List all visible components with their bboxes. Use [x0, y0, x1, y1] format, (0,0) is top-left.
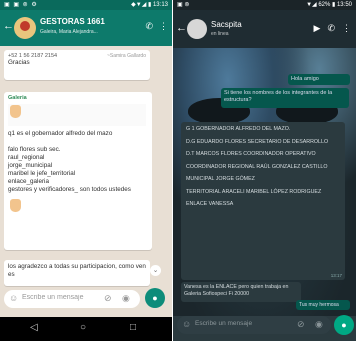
status-bar: ▣ ▣ ⊚ ⚙ ◆▼◢ ▮ 13:13: [0, 0, 172, 10]
message-bubble[interactable]: Galeria q1 es el gobernador alfredo del …: [4, 92, 152, 250]
message-placeholder: Escribe un mensaje: [22, 294, 84, 301]
status-icons: ▣ ⊚: [177, 2, 190, 8]
chat-title[interactable]: Sacspita: [211, 20, 242, 29]
status-bar: ▣ ⊚ ▼◢ 62% ▮ 13:50: [173, 0, 356, 10]
message-time: 13:17: [330, 273, 342, 278]
message-text: los agradezco a todas su participacion, …: [8, 263, 146, 278]
structure-line: COORDINADOR REGIONAL RAÚL GONZALEZ CASTI…: [186, 163, 328, 170]
scroll-down-icon[interactable]: ⌄: [150, 265, 161, 276]
message-bubble[interactable]: los agradezco a todas su participacion, …: [4, 260, 150, 286]
chat-header: ← GESTORAS 1661 Galeira, Maria Alejandra…: [0, 10, 172, 46]
status-clock: ◆▼◢ ▮ 13:13: [131, 2, 168, 8]
back-arrow-icon[interactable]: ←: [176, 22, 187, 34]
structure-line: D.G EDUARDO FLORES SECRETARIO DE DESARRO…: [186, 138, 329, 145]
message-text: q1 es el gobernador alfredo del mazo fal…: [8, 130, 131, 193]
emoji-icon[interactable]: ☺: [9, 293, 18, 303]
sender-name: Galeria: [8, 95, 27, 101]
add-call-icon[interactable]: ✆: [145, 21, 153, 32]
mic-button[interactable]: ●: [334, 315, 354, 335]
more-options-icon[interactable]: ⋮: [159, 21, 168, 32]
nav-home-icon[interactable]: ○: [80, 322, 86, 333]
sticker-image[interactable]: [8, 104, 146, 126]
nav-back-icon[interactable]: ◁: [30, 322, 38, 333]
sticker-image[interactable]: [8, 198, 146, 212]
message-placeholder: Escribe un mensaje: [195, 320, 253, 327]
system-nav-bar: ◁ ○ □: [0, 317, 172, 341]
structure-line: MUNICIPAL JORGE GÓMEZ: [186, 176, 255, 182]
attach-icon[interactable]: ⊘: [297, 319, 305, 330]
sender-handle: ~Samira Gallardo: [106, 53, 146, 59]
left-phone-screen: ▣ ▣ ⊚ ⚙ ◆▼◢ ▮ 13:13 ← GESTORAS 1661 Gale…: [0, 0, 172, 341]
outgoing-message[interactable]: Hola amigo: [288, 74, 350, 85]
thumbs-up-icon: [10, 199, 21, 212]
structure-line: TERRITORIAL ARACELI MARIBEL LÓPEZ RODRIG…: [186, 188, 322, 195]
message-input[interactable]: ☺ Escribe un mensaje ⊘ ◉: [177, 316, 331, 334]
incoming-message[interactable]: G 1 Gobernador Alfredo del Mazo. D.G EDU…: [181, 122, 345, 280]
message-text: Gracias: [8, 59, 30, 66]
camera-icon[interactable]: ◉: [315, 319, 323, 330]
camera-icon[interactable]: ◉: [122, 293, 130, 304]
attach-icon[interactable]: ⊘: [104, 293, 112, 304]
header-actions: ✆ ⋮: [145, 21, 168, 32]
chat-subtitle: Galeira, Maria Alejandra...: [40, 29, 98, 35]
incoming-message[interactable]: Vanesa es la ENLACE pero quien trabaja e…: [181, 282, 301, 302]
more-options-icon[interactable]: ⋮: [342, 23, 351, 34]
video-call-icon[interactable]: ▶: [314, 23, 321, 34]
structure-line: G 1 Gobernador Alfredo del Mazo.: [186, 126, 291, 132]
emoji-icon[interactable]: ☺: [182, 319, 191, 329]
message-bubble[interactable]: +52 1 56 2187 2154 ~Samira Gallardo Grac…: [4, 50, 150, 80]
message-input[interactable]: ☺ Escribe un mensaje ⊘ ◉: [4, 290, 140, 308]
outgoing-message[interactable]: Si tiene los nombres de los integrantes …: [221, 88, 349, 108]
header-actions: ▶ ✆ ⋮: [314, 23, 351, 34]
chat-title[interactable]: GESTORAS 1661: [40, 17, 105, 26]
back-arrow-icon[interactable]: ←: [3, 20, 14, 32]
right-phone-screen: ▣ ⊚ ▼◢ 62% ▮ 13:50 ← Sacspita en linea ▶…: [173, 0, 356, 341]
voice-call-icon[interactable]: ✆: [327, 23, 335, 34]
structure-line: ENLACE VANESSA: [186, 201, 234, 207]
mic-button[interactable]: ●: [145, 288, 165, 308]
outgoing-message[interactable]: Tus muy hermosa: [296, 300, 350, 310]
nav-recent-icon[interactable]: □: [130, 322, 136, 333]
contact-avatar[interactable]: [187, 19, 207, 39]
status-clock: ▼◢ 62% ▮ 13:50: [306, 2, 352, 8]
thumbs-up-icon: [10, 105, 21, 118]
chat-subtitle: en linea: [211, 31, 229, 37]
chat-header: ← Sacspita en linea ▶ ✆ ⋮: [173, 10, 356, 48]
structure-line: D.T MARCOS FLORES COORDINADOR OPERATIVO: [186, 151, 316, 157]
status-icons: ▣ ▣ ⊚ ⚙: [4, 2, 38, 8]
group-avatar[interactable]: [14, 17, 36, 39]
